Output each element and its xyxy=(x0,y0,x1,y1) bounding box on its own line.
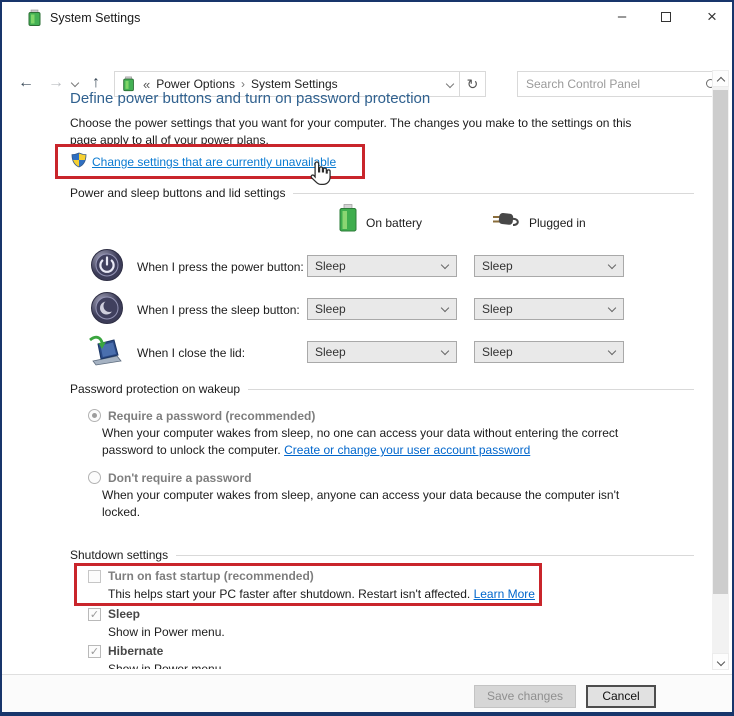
require-password-desc-line2: password to unlock the computer. Create … xyxy=(102,443,530,457)
search-box[interactable] xyxy=(517,71,726,97)
change-account-password-link[interactable]: Create or change your user account passw… xyxy=(284,443,530,457)
fast-startup-desc: This helps start your PC faster after sh… xyxy=(108,587,535,601)
breadcrumb-item-system-settings[interactable]: System Settings xyxy=(251,77,338,91)
chevron-down-icon xyxy=(608,347,616,355)
require-password-radio[interactable] xyxy=(88,409,101,422)
maximize-button[interactable] xyxy=(644,2,688,32)
select-value: Sleep xyxy=(482,302,513,316)
address-dropdown-icon[interactable] xyxy=(446,80,454,88)
select-value: Sleep xyxy=(315,345,346,359)
section-password-protection: Password protection on wakeup xyxy=(70,382,694,396)
scrollbar-thumb[interactable] xyxy=(713,90,728,594)
section-shutdown-settings: Shutdown settings xyxy=(70,548,694,562)
chevron-down-icon xyxy=(608,261,616,269)
require-password-label: Require a password (recommended) xyxy=(108,409,315,423)
hibernate-checkbox-desc-clipped: Show in Power menu. xyxy=(108,662,308,669)
plugged-in-column-header: Plugged in xyxy=(529,216,586,230)
select-value: Sleep xyxy=(315,259,346,273)
sleep-button-icon xyxy=(90,291,124,325)
dont-require-password-label: Don't require a password xyxy=(108,471,252,485)
chevron-down-icon xyxy=(608,304,616,312)
section-password-protection-title: Password protection on wakeup xyxy=(70,382,240,396)
forward-button[interactable]: → xyxy=(48,74,64,92)
history-dropdown-icon[interactable] xyxy=(71,79,79,87)
page-title: Define power buttons and turn on passwor… xyxy=(70,90,430,107)
on-battery-column-header: On battery xyxy=(366,216,422,230)
close-lid-plugged-in-select[interactable]: Sleep xyxy=(474,341,624,363)
sleep-checkbox-label: Sleep xyxy=(108,607,140,621)
power-button-icon xyxy=(90,248,124,282)
sleep-checkbox[interactable]: ✓ xyxy=(88,608,101,621)
close-lid-row-label: When I close the lid: xyxy=(137,346,245,360)
power-button-on-battery-select[interactable]: Sleep xyxy=(307,255,457,277)
minimize-button[interactable]: – xyxy=(600,2,644,32)
scroll-up-button[interactable] xyxy=(712,70,729,87)
back-button[interactable]: ← xyxy=(18,74,34,92)
power-options-app-icon xyxy=(26,9,44,27)
fast-startup-checkbox[interactable] xyxy=(88,570,101,583)
hibernate-checkbox[interactable]: ✓ xyxy=(88,645,101,658)
on-battery-icon xyxy=(339,204,357,232)
close-lid-icon xyxy=(86,334,124,368)
window-title: System Settings xyxy=(50,11,140,25)
section-power-buttons: Power and sleep buttons and lid settings xyxy=(70,186,694,200)
require-password-desc-line1: When your computer wakes from sleep, no … xyxy=(102,426,618,440)
dont-require-password-desc-line1: When your computer wakes from sleep, any… xyxy=(102,488,619,502)
section-divider xyxy=(248,389,694,390)
title-bar: System Settings – × xyxy=(2,2,732,34)
desc-text: password to unlock the computer. xyxy=(102,443,284,457)
select-value: Sleep xyxy=(482,259,513,273)
breadcrumb-separator-icon: › xyxy=(241,77,245,91)
section-divider xyxy=(176,555,694,556)
maximize-icon xyxy=(661,12,671,22)
uac-shield-icon xyxy=(71,152,87,168)
dont-require-password-desc-line2: locked. xyxy=(102,505,140,519)
refresh-button[interactable]: ↻ xyxy=(460,71,486,97)
cancel-button[interactable]: Cancel xyxy=(586,685,656,708)
system-settings-window: System Settings – × ← → ↑ « Power Option… xyxy=(0,0,734,716)
desc-text: This helps start your PC faster after sh… xyxy=(108,587,474,601)
footer-bar: Save changes Cancel xyxy=(2,674,732,714)
scroll-down-button[interactable] xyxy=(712,653,729,670)
chevron-down-icon xyxy=(441,261,449,269)
sleep-checkbox-desc: Show in Power menu. xyxy=(108,625,225,639)
intro-text-line1: Choose the power settings that you want … xyxy=(70,116,631,130)
hibernate-checkbox-label: Hibernate xyxy=(108,644,163,658)
section-divider xyxy=(293,193,694,194)
power-button-plugged-in-select[interactable]: Sleep xyxy=(474,255,624,277)
change-settings-unavailable-link[interactable]: Change settings that are currently unava… xyxy=(92,155,336,169)
sleep-button-on-battery-select[interactable]: Sleep xyxy=(307,298,457,320)
learn-more-link[interactable]: Learn More xyxy=(474,587,535,601)
vertical-scrollbar[interactable] xyxy=(712,70,729,670)
dont-require-password-radio[interactable] xyxy=(88,471,101,484)
intro-text-line2: page apply to all of your power plans. xyxy=(70,133,269,147)
chevron-down-icon xyxy=(441,304,449,312)
sleep-button-row-label: When I press the sleep button: xyxy=(137,303,300,317)
mouse-cursor xyxy=(308,160,333,188)
close-lid-on-battery-select[interactable]: Sleep xyxy=(307,341,457,363)
close-button[interactable]: × xyxy=(690,2,734,32)
select-value: Sleep xyxy=(315,302,346,316)
section-power-buttons-title: Power and sleep buttons and lid settings xyxy=(70,186,285,200)
fast-startup-label: Turn on fast startup (recommended) xyxy=(108,569,314,583)
sleep-button-plugged-in-select[interactable]: Sleep xyxy=(474,298,624,320)
chevron-down-icon xyxy=(716,658,724,666)
save-changes-button[interactable]: Save changes xyxy=(474,685,576,708)
breadcrumb-item-power-options[interactable]: Power Options xyxy=(156,77,235,91)
select-value: Sleep xyxy=(482,345,513,359)
chevron-down-icon xyxy=(441,347,449,355)
plugged-in-icon xyxy=(492,210,522,229)
search-input[interactable] xyxy=(526,77,705,91)
chevron-up-icon xyxy=(716,77,724,85)
power-button-row-label: When I press the power button: xyxy=(137,260,304,274)
section-shutdown-settings-title: Shutdown settings xyxy=(70,548,168,562)
navigation-bar: ← → ↑ « Power Options › System Settings … xyxy=(2,34,732,70)
